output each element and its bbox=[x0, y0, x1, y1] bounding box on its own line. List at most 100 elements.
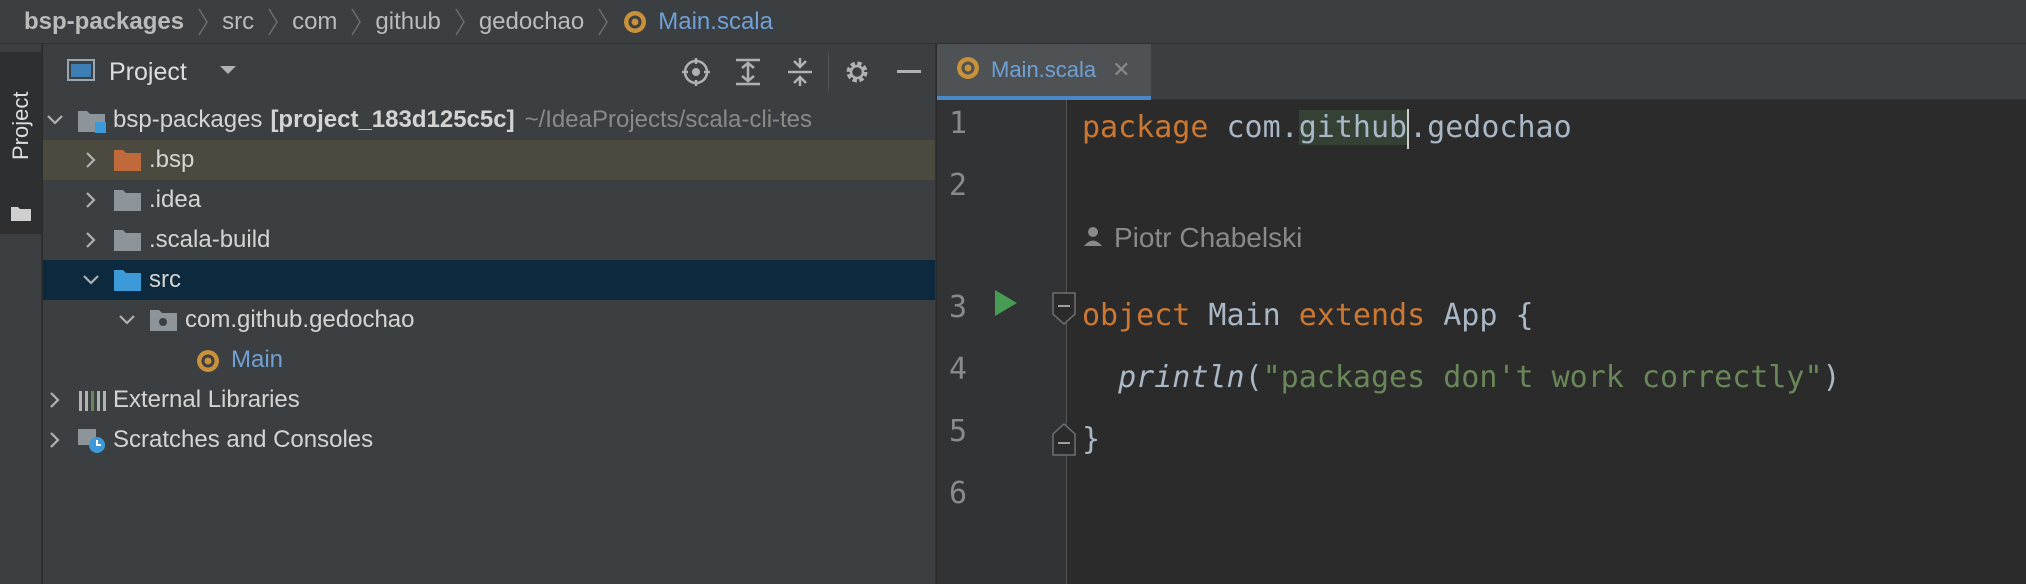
project-folder-icon bbox=[77, 108, 107, 133]
tree-label: External Libraries bbox=[113, 386, 300, 413]
minimize-icon[interactable] bbox=[883, 44, 935, 100]
toolbar-divider bbox=[828, 54, 829, 90]
tree-row-bsp[interactable]: .bsp bbox=[43, 140, 935, 180]
excluded-folder-icon bbox=[113, 148, 143, 172]
package-icon bbox=[149, 308, 179, 332]
tab-main-scala[interactable]: Main.scala ✕ bbox=[937, 44, 1151, 100]
panel-toolbar bbox=[670, 44, 935, 100]
tab-label: Main.scala bbox=[991, 57, 1097, 82]
code-text: ( bbox=[1244, 360, 1263, 395]
close-icon[interactable]: ✕ bbox=[1112, 57, 1130, 83]
tree-label: .scala-build bbox=[149, 226, 271, 253]
chevron-right-icon[interactable] bbox=[43, 388, 67, 412]
folder-icon bbox=[113, 228, 143, 252]
tool-window-stripe: Project bbox=[0, 44, 42, 584]
tree-row-package[interactable]: com.github.gedochao bbox=[43, 300, 935, 340]
project-panel-title: Project bbox=[109, 57, 187, 86]
code-text: ) bbox=[1822, 360, 1841, 395]
tree-label: .bsp bbox=[149, 146, 195, 173]
author-name: Piotr Chabelski bbox=[1114, 222, 1303, 253]
keyword: extends bbox=[1298, 298, 1426, 333]
scala-object-icon bbox=[955, 55, 981, 86]
line-number: 1 bbox=[949, 106, 968, 141]
code-line-5: } bbox=[1082, 410, 1100, 470]
project-panel-header: Project bbox=[43, 44, 935, 100]
project-panel: Project bsp-packages [project_183d125c5c… bbox=[43, 44, 936, 584]
editor: Main.scala ✕ 1 2 3 4 5 6 Piotr Chabelski… bbox=[937, 44, 2026, 584]
breadcrumb: bsp-packages src com github gedochao Mai… bbox=[0, 0, 2026, 44]
expand-all-icon[interactable] bbox=[722, 44, 774, 100]
tree-row-external-libraries[interactable]: External Libraries bbox=[43, 380, 935, 420]
chevron-right-icon bbox=[196, 7, 210, 37]
chevron-right-icon bbox=[453, 7, 467, 37]
breadcrumb-item-com[interactable]: com bbox=[292, 8, 337, 36]
project-window-icon bbox=[67, 58, 95, 87]
project-tool-label: Project bbox=[8, 91, 33, 160]
project-tool-button[interactable]: Project bbox=[0, 52, 42, 234]
scala-object-icon bbox=[622, 9, 648, 35]
chevron-right-icon[interactable] bbox=[43, 428, 67, 452]
locate-file-icon[interactable] bbox=[670, 44, 722, 100]
chevron-right-icon bbox=[266, 7, 280, 37]
keyword: package bbox=[1082, 110, 1209, 145]
project-tree: bsp-packages [project_183d125c5c] ~/Idea… bbox=[43, 100, 935, 460]
tree-row-main[interactable]: Main bbox=[43, 340, 935, 380]
chevron-right-icon[interactable] bbox=[79, 228, 103, 252]
breadcrumb-item-file[interactable]: Main.scala bbox=[658, 8, 773, 36]
scratches-icon bbox=[77, 428, 107, 453]
chevron-right-icon bbox=[596, 7, 610, 37]
code-author-hint[interactable]: Piotr Chabelski bbox=[1082, 222, 1302, 254]
gear-icon[interactable] bbox=[831, 44, 883, 100]
line-number: 2 bbox=[949, 168, 968, 203]
chevron-down-icon[interactable] bbox=[115, 308, 139, 332]
line-number: 6 bbox=[949, 476, 968, 511]
string-literal: "packages don't work correctly" bbox=[1262, 360, 1823, 395]
code-text: App { bbox=[1425, 298, 1534, 333]
tree-label: com.github.gedochao bbox=[185, 306, 415, 333]
tree-label: src bbox=[149, 266, 181, 293]
code-line-4: println("packages don't work correctly") bbox=[1082, 348, 1841, 408]
tree-label: bsp-packages bbox=[113, 106, 263, 133]
tree-row-scratches[interactable]: Scratches and Consoles bbox=[43, 420, 935, 460]
library-icon bbox=[77, 388, 107, 412]
tree-row-src[interactable]: src bbox=[43, 260, 935, 300]
breadcrumb-item-github[interactable]: github bbox=[375, 8, 440, 36]
tree-row-scala-build[interactable]: .scala-build bbox=[43, 220, 935, 260]
collapse-all-icon[interactable] bbox=[774, 44, 826, 100]
tree-label: Scratches and Consoles bbox=[113, 426, 374, 453]
tree-label: Main bbox=[231, 346, 284, 373]
tree-label: .idea bbox=[149, 186, 202, 213]
code-line-3: object Main extends App { bbox=[1082, 286, 1534, 346]
code-line-1: package com.github.gedochao bbox=[1082, 98, 1572, 158]
code-text: } bbox=[1082, 422, 1101, 457]
fold-end-icon[interactable] bbox=[1051, 422, 1077, 461]
scala-object-icon bbox=[195, 348, 225, 372]
line-number: 3 bbox=[949, 290, 968, 325]
breadcrumb-item-gedochao[interactable]: gedochao bbox=[479, 8, 584, 36]
folder-icon bbox=[113, 188, 143, 212]
view-dropdown-icon[interactable] bbox=[219, 63, 237, 81]
fold-icon[interactable] bbox=[1051, 292, 1077, 331]
line-number: 4 bbox=[949, 352, 968, 387]
highlighted-identifier: github bbox=[1298, 110, 1408, 145]
project-id: [project_183d125c5c] bbox=[270, 106, 515, 133]
source-folder-icon bbox=[113, 268, 143, 292]
keyword: object bbox=[1082, 298, 1191, 333]
tree-row-project-root[interactable]: bsp-packages [project_183d125c5c] ~/Idea… bbox=[43, 100, 935, 140]
line-gutter: 1 2 3 4 5 6 bbox=[937, 100, 1067, 584]
code-text: com. bbox=[1208, 110, 1299, 145]
chevron-down-icon[interactable] bbox=[43, 108, 67, 132]
code-text: .gedochao bbox=[1409, 110, 1572, 145]
chevron-right-icon[interactable] bbox=[79, 188, 103, 212]
person-icon bbox=[1082, 222, 1114, 254]
breadcrumb-item-project[interactable]: bsp-packages bbox=[24, 8, 184, 36]
chevron-right-icon[interactable] bbox=[79, 148, 103, 172]
chevron-down-icon[interactable] bbox=[79, 268, 103, 292]
code-text: Main bbox=[1190, 298, 1299, 333]
function-call: println bbox=[1118, 360, 1245, 395]
tree-row-idea[interactable]: .idea bbox=[43, 180, 935, 220]
editor-tab-bar: Main.scala ✕ bbox=[937, 44, 2026, 100]
run-icon[interactable] bbox=[993, 288, 1019, 323]
breadcrumb-item-src[interactable]: src bbox=[222, 8, 254, 36]
